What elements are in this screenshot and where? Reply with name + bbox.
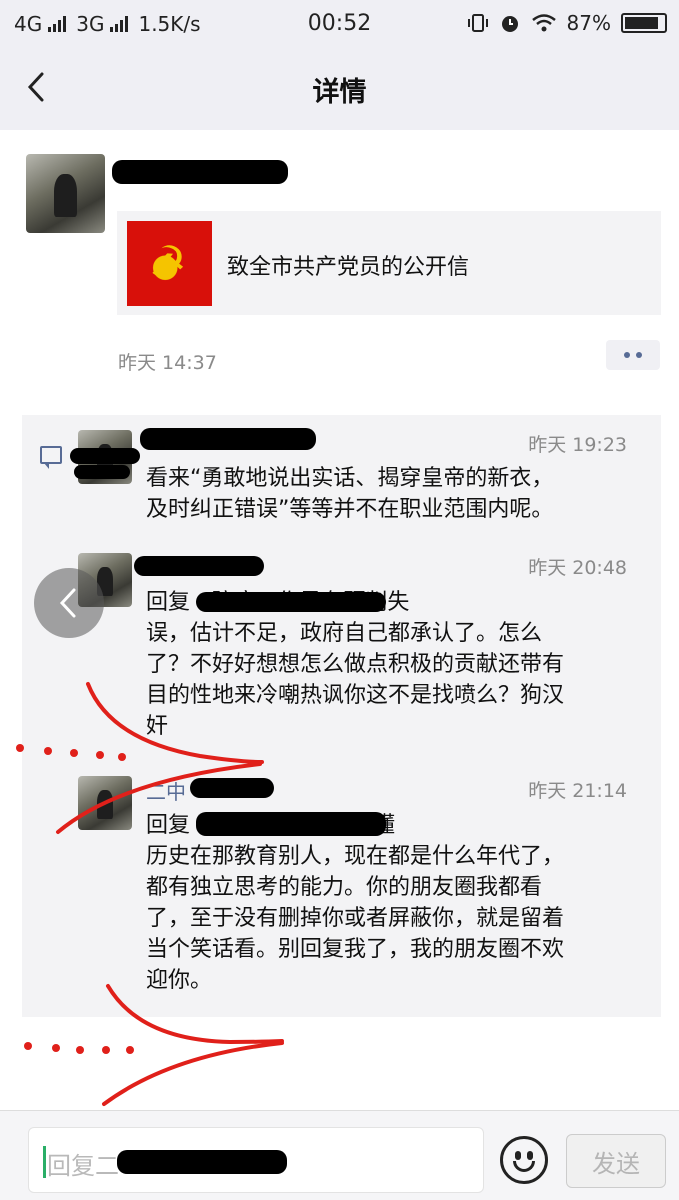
hammer-sickle-icon: ☭ [149, 237, 187, 286]
vibrate-icon [467, 14, 488, 32]
chevron-left-icon [59, 588, 76, 618]
floating-back-button[interactable] [34, 568, 104, 638]
comment-icon [40, 446, 62, 469]
redacted-commenter-name [140, 428, 316, 450]
post-time: 昨天 14:37 [118, 352, 217, 374]
redacted-reply-target [196, 812, 386, 836]
nav-bar: 详情 [0, 48, 679, 130]
send-button[interactable]: 发送 [566, 1134, 666, 1188]
comment-text: 回复 不要老觉得只有你懂 历史在那教育别人，现在都是什么年代了， 都有独立思考的… [146, 813, 565, 993]
redaction-scribble [70, 448, 140, 464]
status-right: 87% [467, 11, 667, 35]
red-dots-annotation [24, 1042, 134, 1054]
redaction-scribble [74, 465, 130, 479]
comment-time: 昨天 21:14 [528, 780, 627, 802]
reply-placeholder: 回复二 [47, 1152, 119, 1180]
redacted-poster-name [112, 160, 288, 184]
reply-input[interactable]: 回复二 [28, 1127, 484, 1193]
text-caret [43, 1146, 46, 1178]
emoji-icon[interactable] [500, 1136, 548, 1184]
shared-link-card[interactable]: ☭ 致全市共产党员的公开信 [117, 211, 661, 315]
battery-icon [621, 13, 667, 33]
comment-time: 昨天 20:48 [528, 557, 627, 579]
status-bar: 4G 3G 1.5K/s 00:52 87% [0, 0, 679, 48]
party-emblem-thumbnail: ☭ [127, 221, 212, 306]
reply-bar: 回复二 发送 [0, 1110, 679, 1200]
poster-avatar[interactable] [26, 154, 105, 233]
more-actions-button[interactable] [606, 340, 660, 370]
commenter-name[interactable]: 二中 [146, 776, 186, 805]
redacted-commenter-name [134, 556, 264, 576]
page-title: 详情 [312, 77, 367, 108]
redacted-reply-target [196, 592, 386, 612]
comment-text: 看来“勇敢地说出实话、揭穿皇帝的新衣， 及时纠正错误”等等并不在职业范围内呢。 [146, 466, 554, 522]
link-title: 致全市共产党员的公开信 [227, 255, 470, 280]
redacted-commenter-name [190, 778, 274, 798]
wifi-icon [531, 14, 556, 32]
comment-time: 昨天 19:23 [528, 434, 627, 456]
battery-percent: 87% [566, 11, 611, 35]
alarm-icon [501, 16, 518, 32]
commenter-avatar[interactable] [78, 776, 132, 830]
redacted-placeholder-name [117, 1150, 287, 1174]
